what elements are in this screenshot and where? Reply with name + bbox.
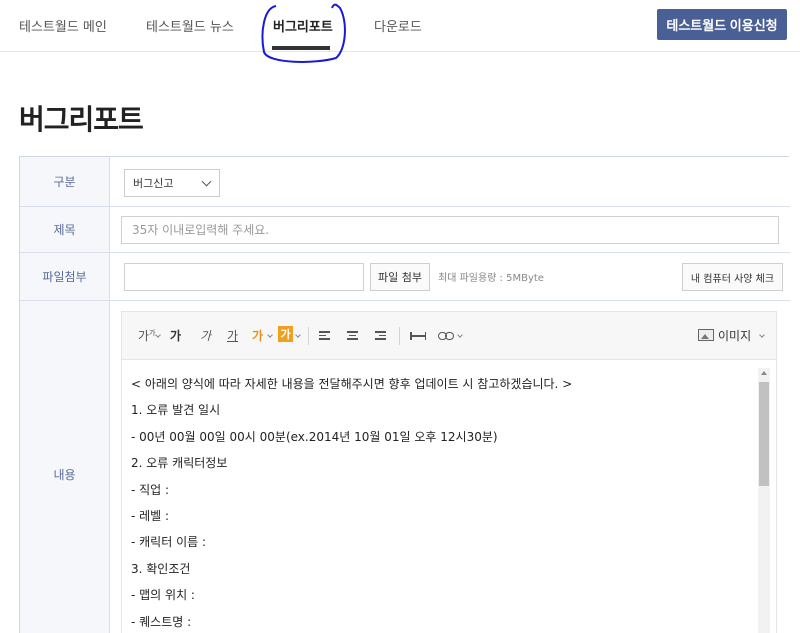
content-label: 내용 [20,301,110,633]
content-line: - 퀘스트명 : [131,614,192,629]
italic-button[interactable]: 가 [200,327,211,344]
scrollbar-thumb[interactable] [759,382,769,486]
editor-scrollbar[interactable] [758,368,770,633]
subject-input[interactable] [121,216,779,244]
align-right-icon[interactable] [375,331,386,341]
tab-testworld-main[interactable]: 테스트월드 메인 [19,16,107,35]
content-row: 내용 가가 가 가 가 가 가 이미지 < 아래의 양식에 따라 자세한 내용을… [20,301,790,633]
content-line: - 캐릭터 이름 : [131,535,207,550]
content-line: 1. 오류 발견 일시 [131,403,221,418]
chevron-down-icon [267,332,273,338]
chevron-down-icon [457,332,463,338]
content-line: 3. 확인조건 [131,561,191,576]
content-line: < 아래의 양식에 따라 자세한 내용을 전달해주시면 향후 업데이트 시 참고… [131,377,573,391]
pc-spec-check-button[interactable]: 내 컴퓨터 사양 체크 [682,263,783,291]
tab-testworld-news[interactable]: 테스트월드 뉴스 [146,16,234,35]
tab-download[interactable]: 다운로드 [374,16,422,35]
toolbar-divider [308,327,309,345]
testworld-apply-button[interactable]: 테스트월드 이용신청 [657,9,787,40]
align-left-icon[interactable] [319,331,330,341]
link-icon[interactable] [438,332,455,340]
content-line: - 00년 00월 00일 00시 00분(ex.2014년 10월 01일 오… [131,429,498,444]
page-title: 버그리포트 [19,103,144,136]
chevron-down-icon [295,332,301,338]
horizontal-rule-icon[interactable] [410,332,426,340]
insert-image-button[interactable]: 이미지 [698,327,765,344]
category-select[interactable]: 버그신고 [124,169,220,197]
attach-file-button[interactable]: 파일 첨부 [370,263,430,291]
top-nav: 테스트월드 메인 테스트월드 뉴스 버그리포트 다운로드 테스트월드 이용신청 [0,0,800,63]
image-icon [698,329,714,341]
editor-content[interactable]: < 아래의 양식에 따라 자세한 내용을 전달해주시면 향후 업데이트 시 참고… [122,360,776,633]
category-label: 구분 [20,157,110,206]
bug-report-form: 구분 버그신고 제목 파일첨부 파일 첨부 최대 파일용량 : 5MByte 내… [19,156,790,633]
font-size-button[interactable]: 가가 [138,327,156,344]
scroll-up-arrow-icon[interactable] [761,371,767,375]
file-size-note: 최대 파일용량 : 5MByte [438,273,544,284]
content-line: - 맵의 위치 : [131,588,195,603]
attachment-label: 파일첨부 [20,253,110,300]
background-color-button[interactable]: 가 [278,326,293,342]
subject-row: 제목 [20,207,790,253]
font-size-icon: 가 [138,329,150,343]
content-line: 2. 오류 캐릭터정보 [131,456,228,471]
editor-toolbar: 가가 가 가 가 가 가 이미지 [122,312,776,360]
text-color-button[interactable]: 가 [252,327,263,344]
chevron-down-icon [759,332,765,338]
insert-image-label: 이미지 [718,329,752,343]
file-path-field[interactable] [124,263,364,291]
bold-button[interactable]: 가 [170,327,181,344]
toolbar-divider [399,327,400,345]
category-row: 구분 버그신고 [20,157,790,207]
chevron-down-icon [155,332,161,338]
category-selected-value: 버그신고 [133,177,174,190]
hand-drawn-circle-annotation [261,3,346,63]
content-line: - 레벨 : [131,508,170,523]
content-line: - 직업 : [131,482,170,497]
attachment-row: 파일첨부 파일 첨부 최대 파일용량 : 5MByte 내 컴퓨터 사양 체크 [20,253,790,301]
subject-label: 제목 [20,207,110,252]
rich-text-editor: 가가 가 가 가 가 가 이미지 < 아래의 양식에 따라 자세한 내용을 전달… [121,311,777,633]
underline-button[interactable]: 가 [227,327,238,344]
chevron-down-icon [201,176,212,187]
align-center-icon[interactable] [347,331,358,341]
